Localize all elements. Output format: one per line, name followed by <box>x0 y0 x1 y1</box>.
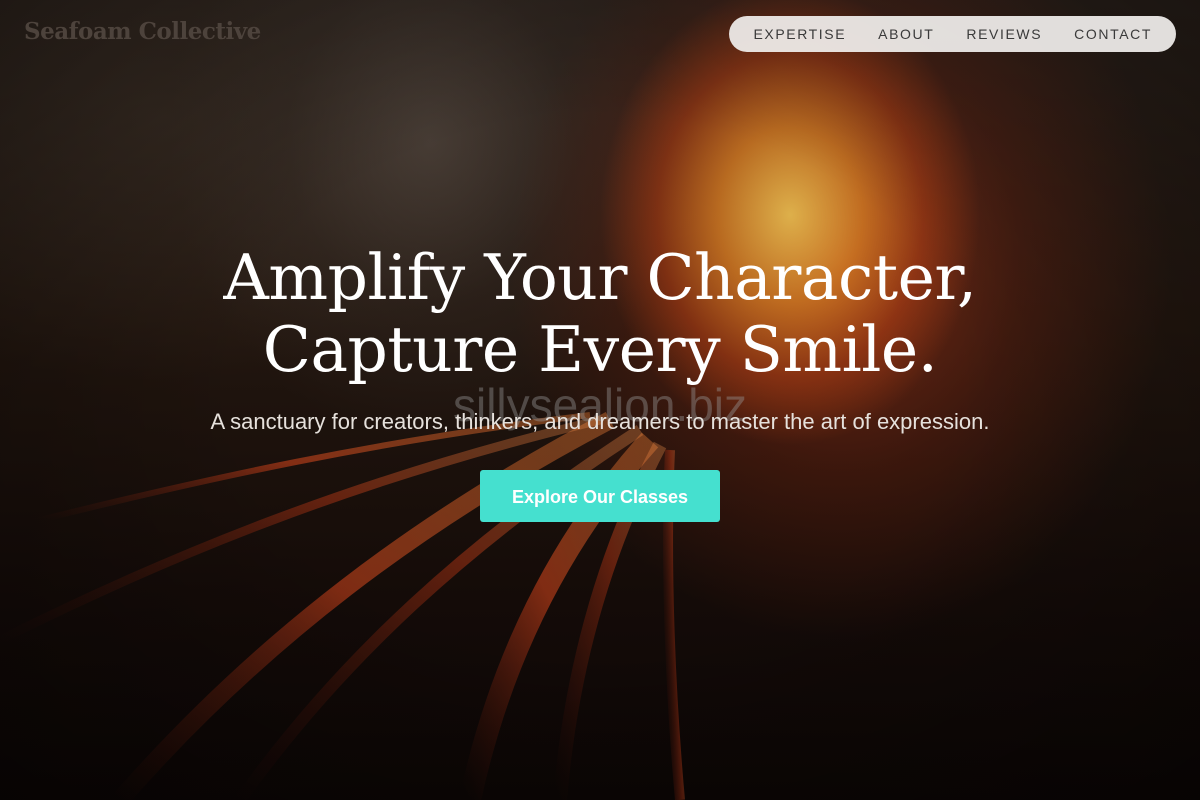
nav-item-contact[interactable]: CONTACT <box>1074 26 1152 42</box>
main-navigation: EXPERTISE ABOUT REVIEWS CONTACT <box>729 16 1176 52</box>
hero-headline-line-2: Capture Every Smile. <box>262 313 938 386</box>
hero-section: Amplify Your Character, Capture Every Sm… <box>0 242 1200 522</box>
hero-headline: Amplify Your Character, Capture Every Sm… <box>120 242 1080 386</box>
brand-logo[interactable]: Seafoam Collective <box>24 18 261 45</box>
nav-item-about[interactable]: ABOUT <box>878 26 934 42</box>
nav-item-reviews[interactable]: REVIEWS <box>966 26 1042 42</box>
hero-headline-line-1: Amplify Your Character, <box>223 241 977 314</box>
hero-subtitle: A sanctuary for creators, thinkers, and … <box>210 409 990 434</box>
explore-classes-button[interactable]: Explore Our Classes <box>480 470 720 522</box>
nav-item-expertise[interactable]: EXPERTISE <box>753 26 846 42</box>
page: Seafoam Collective EXPERTISE ABOUT REVIE… <box>0 0 1200 800</box>
